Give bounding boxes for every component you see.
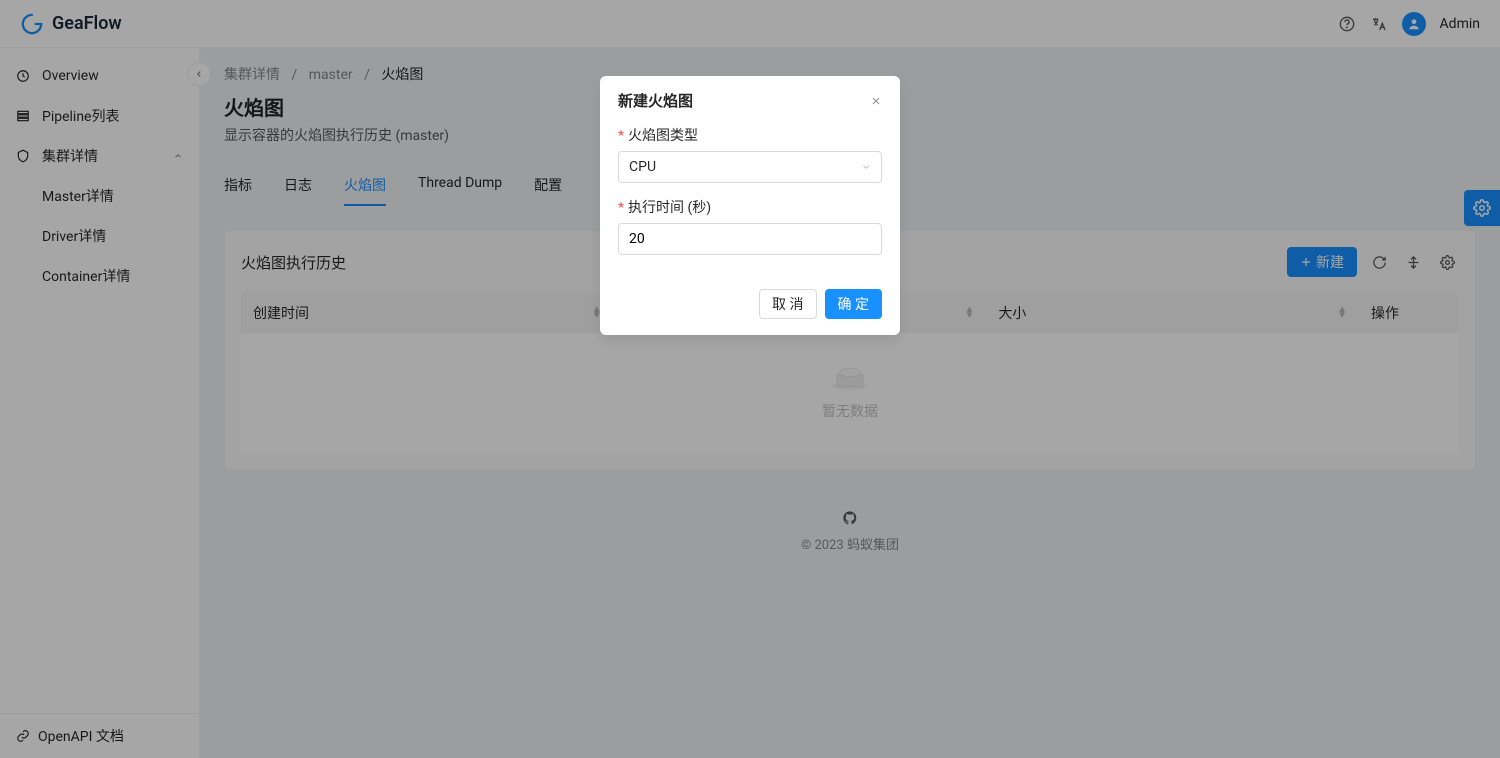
new-flamegraph-modal: 新建火焰图 *火焰图类型 CPU *执行时间 (秒) xyxy=(600,76,900,335)
duration-input[interactable] xyxy=(618,223,882,255)
ok-button[interactable]: 确 定 xyxy=(825,289,882,319)
modal-title: 新建火焰图 xyxy=(618,90,693,111)
duration-label: *执行时间 (秒) xyxy=(618,197,882,217)
cancel-button[interactable]: 取 消 xyxy=(759,289,816,319)
type-select-value: CPU xyxy=(629,159,656,175)
modal-overlay[interactable]: 新建火焰图 *火焰图类型 CPU *执行时间 (秒) xyxy=(0,0,1500,758)
close-icon[interactable] xyxy=(870,95,882,107)
chevron-down-icon xyxy=(861,162,871,172)
type-select[interactable]: CPU xyxy=(618,151,882,183)
type-label: *火焰图类型 xyxy=(618,125,882,145)
